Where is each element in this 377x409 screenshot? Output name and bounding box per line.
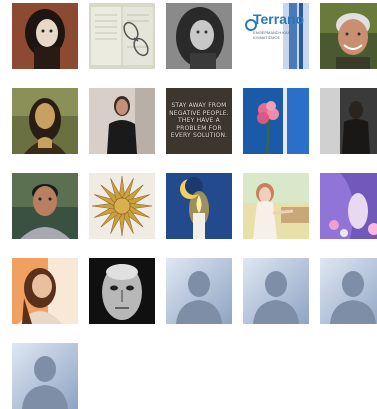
bw-man-close-up-image <box>89 258 155 324</box>
default-avatar-icon <box>166 258 232 324</box>
terrano-logo-name: Terrano <box>253 11 305 27</box>
default-avatar-icon <box>243 258 309 324</box>
tile-bw-man-close-up[interactable] <box>89 258 155 324</box>
tile-man-gray-shirt[interactable] <box>12 173 78 239</box>
dark-silhouette-image <box>320 88 377 154</box>
woman-long-hair-image <box>12 258 78 324</box>
tile-painted-woman-pastel[interactable] <box>243 173 309 239</box>
photo-grid: Terrano ΕΝΘΕΡΜΑΝΣΗ ΚΑΙ ΚΛΙΜΑΤΙΣΜΟΣ STAY … <box>0 0 377 409</box>
tile-bw-woman-portrait[interactable] <box>166 3 232 69</box>
mona-lisa-image <box>12 88 78 154</box>
tile-mona-lisa[interactable] <box>12 88 78 154</box>
candle-moon-image <box>166 173 232 239</box>
tile-open-book-glasses[interactable] <box>89 3 155 69</box>
default-avatar-icon <box>320 258 377 324</box>
tile-terrano-logo[interactable]: Terrano ΕΝΘΕΡΜΑΝΣΗ ΚΑΙ ΚΛΙΜΑΤΙΣΜΟΣ <box>243 3 309 69</box>
terrano-logo-tagline: ΕΝΘΕΡΜΑΝΣΗ ΚΑΙ ΚΛΙΜΑΤΙΣΜΟΣ <box>253 30 289 40</box>
painted-woman-pastel-image <box>243 173 309 239</box>
man-long-hair-image <box>89 88 155 154</box>
pink-flowers-blue-image <box>243 88 309 154</box>
tile-woman-long-hair[interactable] <box>12 258 78 324</box>
portrait-woman-dark-hair-image <box>12 3 78 69</box>
tile-man-long-hair[interactable] <box>89 88 155 154</box>
tile-vergina-sun[interactable] <box>89 173 155 239</box>
tile-default-avatar-3[interactable] <box>320 258 377 324</box>
tile-smiling-man-gray-hair[interactable] <box>320 3 377 69</box>
tile-dark-silhouette[interactable] <box>320 88 377 154</box>
vergina-sun-icon <box>89 173 155 239</box>
smiling-man-gray-hair-image <box>320 3 377 69</box>
tile-default-avatar-1[interactable] <box>166 258 232 324</box>
man-gray-shirt-image <box>12 173 78 239</box>
quote-text: Stay away from negative people. They hav… <box>169 102 229 140</box>
tile-quote-negative-people[interactable]: Stay away from negative people. They hav… <box>166 88 232 154</box>
purple-flowers-fairy-image <box>320 173 377 239</box>
tile-default-avatar-2[interactable] <box>243 258 309 324</box>
tile-pink-flowers-blue[interactable] <box>243 88 309 154</box>
bw-woman-portrait-image <box>166 3 232 69</box>
default-avatar-icon <box>12 343 78 409</box>
tile-portrait-woman-dark-hair[interactable] <box>12 3 78 69</box>
tile-default-avatar-4[interactable] <box>12 343 78 409</box>
tile-purple-flowers-fairy[interactable] <box>320 173 377 239</box>
tile-candle-moon[interactable] <box>166 173 232 239</box>
open-book-glasses-image <box>89 3 155 69</box>
